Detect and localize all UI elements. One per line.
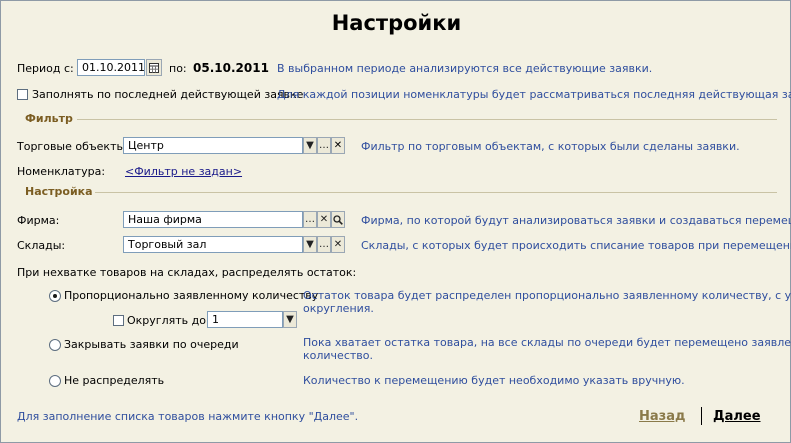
warehouses-dropdown-button[interactable]: ▼ [303, 236, 317, 253]
period-from-label: Период с: [17, 62, 74, 75]
objects-select-button[interactable]: … [317, 137, 331, 154]
radio-no-distribution-label[interactable]: Не распределять [64, 374, 164, 387]
fill-last-checkbox[interactable] [17, 89, 28, 100]
objects-label: Торговые объекты: [17, 140, 129, 153]
select-ellipsis-icon: … [319, 239, 329, 250]
radio-no-distribution[interactable] [49, 375, 61, 387]
period-to-value: 05.10.2011 [193, 61, 269, 75]
warehouses-label: Склады: [17, 239, 66, 252]
calendar-button[interactable] [146, 59, 162, 76]
fill-last-label[interactable]: Заполнять по последней действующей заявк… [32, 88, 303, 101]
distribution-question: При нехватке товаров на складах, распред… [17, 266, 357, 279]
period-hint: В выбранном периоде анализируются все де… [277, 62, 653, 75]
firm-label: Фирма: [17, 214, 60, 227]
clear-x-icon: ✕ [333, 239, 343, 250]
proportional-hint-line1: Остаток товара будет распределен пропорц… [303, 289, 791, 302]
proportional-hint-line2: округления. [303, 302, 374, 315]
no-distribution-hint: Количество к перемещению будет необходим… [303, 374, 685, 387]
warehouses-select-button[interactable]: … [317, 236, 331, 253]
select-ellipsis-icon: … [319, 140, 329, 151]
firm-hint: Фирма, по которой будут анализироваться … [361, 214, 791, 227]
objects-dropdown-button[interactable]: ▼ [303, 137, 317, 154]
next-button[interactable]: Далее [713, 409, 761, 424]
sequential-hint-line2: количество. [303, 349, 373, 362]
objects-clear-button[interactable]: ✕ [331, 137, 345, 154]
fill-last-hint: Для каждой позиции номенклатуры будет ра… [277, 88, 791, 101]
warehouses-clear-button[interactable]: ✕ [331, 236, 345, 253]
settings-separator [95, 192, 777, 193]
round-label[interactable]: Округлять до: [127, 314, 210, 327]
select-ellipsis-icon: … [305, 214, 315, 225]
settings-section-title: Настройка [25, 185, 93, 198]
footer-hint: Для заполнение списка товаров нажмите кн… [17, 410, 359, 423]
firm-input[interactable]: Наша фирма [123, 211, 303, 228]
radio-sequential-label[interactable]: Закрывать заявки по очереди [64, 338, 239, 351]
radio-proportional[interactable] [49, 290, 61, 302]
sequential-hint-line1: Пока хватает остатка товара, на все скла… [303, 336, 791, 349]
back-button[interactable]: Назад [639, 409, 685, 424]
dialog-window: Настройки Период с: 01.10.2011 по: 05.10… [0, 0, 791, 443]
firm-select-button[interactable]: … [303, 211, 317, 228]
footer-divider [701, 407, 702, 425]
firm-clear-button[interactable]: ✕ [317, 211, 331, 228]
search-icon [333, 215, 343, 225]
round-checkbox[interactable] [113, 315, 124, 326]
clear-x-icon: ✕ [319, 214, 329, 225]
filter-separator [77, 119, 777, 120]
objects-hint: Фильтр по торговым объектам, с которых б… [361, 140, 740, 153]
nomenclature-filter-link[interactable]: <Фильтр не задан> [125, 165, 242, 178]
calendar-icon [149, 63, 159, 73]
nomenclature-label: Номенклатура: [17, 165, 106, 178]
radio-proportional-label[interactable]: Пропорционально заявленному количеству [64, 289, 318, 302]
warehouses-hint: Склады, с которых будет происходить спис… [361, 239, 791, 252]
page-title: Настройки [331, 11, 462, 35]
dropdown-arrow-icon: ▼ [306, 239, 314, 250]
period-to-label: по: [169, 62, 187, 75]
filter-section-title: Фильтр [25, 112, 73, 125]
dropdown-arrow-icon: ▼ [286, 314, 294, 325]
objects-input[interactable]: Центр [123, 137, 303, 154]
radio-sequential[interactable] [49, 339, 61, 351]
dropdown-arrow-icon: ▼ [306, 140, 314, 151]
firm-search-button[interactable] [331, 211, 345, 228]
round-dropdown-button[interactable]: ▼ [283, 311, 297, 328]
clear-x-icon: ✕ [333, 140, 343, 151]
round-input[interactable]: 1 [207, 311, 283, 328]
warehouses-input[interactable]: Торговый зал [123, 236, 303, 253]
period-from-input[interactable]: 01.10.2011 [77, 59, 145, 76]
